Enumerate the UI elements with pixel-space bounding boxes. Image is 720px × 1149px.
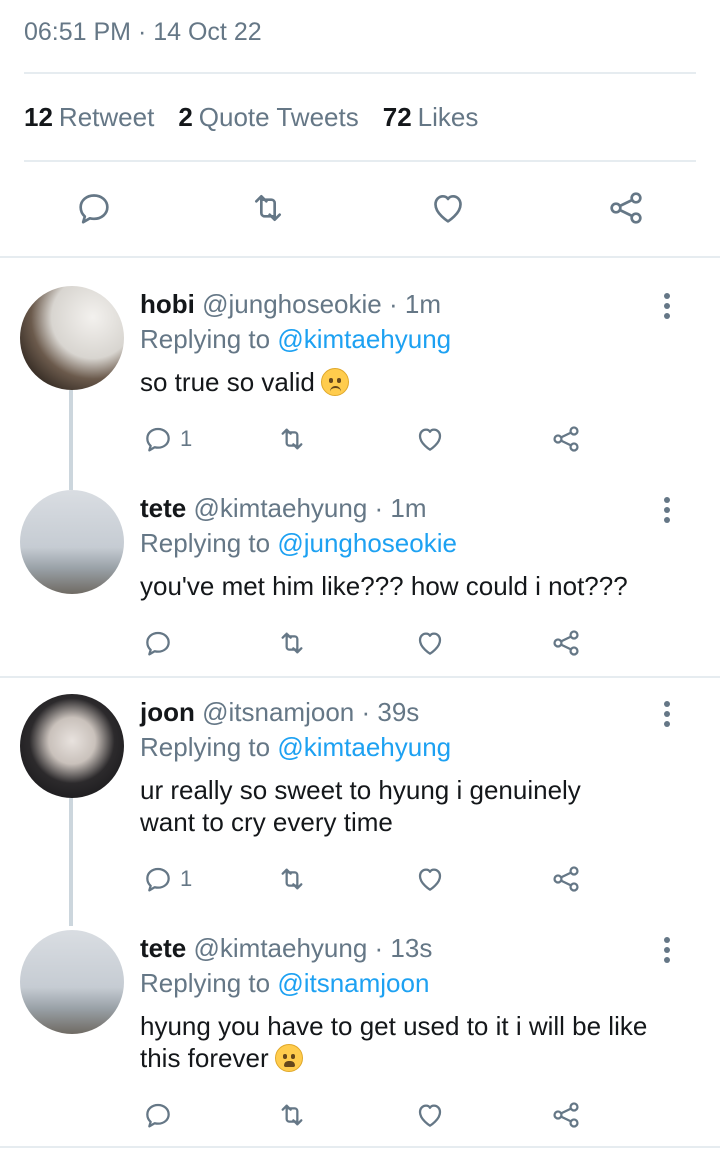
mention-link[interactable]: @kimtaehyung xyxy=(277,732,451,762)
like-icon xyxy=(418,632,442,655)
reply-icon xyxy=(146,1103,170,1128)
reply-button[interactable]: 1 xyxy=(142,863,192,895)
weary-face-emoji xyxy=(274,1044,303,1072)
tweet-header: tete @kimtaehyung · 13s xyxy=(140,933,432,964)
retweet-icon xyxy=(281,632,303,654)
reply-count: 1 xyxy=(180,426,193,451)
reply-icon xyxy=(146,427,170,452)
mention-link[interactable]: @junghoseokie xyxy=(277,528,457,558)
more-icon xyxy=(664,293,670,299)
tweet-time: · 39s xyxy=(361,697,420,727)
share-icon xyxy=(553,866,579,892)
like-button[interactable] xyxy=(414,423,446,455)
pleading-face-emoji xyxy=(320,368,349,396)
replying-to: Replying to @itsnamjoon xyxy=(140,968,430,998)
thread-connector xyxy=(69,798,73,926)
mention-link[interactable]: @kimtaehyung xyxy=(277,324,451,354)
divider xyxy=(24,72,696,74)
retweet-icon xyxy=(281,868,303,890)
replying-to: Replying to @kimtaehyung xyxy=(140,324,452,354)
retweet-button[interactable] xyxy=(276,627,308,659)
retweet-icon xyxy=(254,195,281,221)
display-name[interactable]: joon xyxy=(140,697,195,727)
more-icon xyxy=(664,497,670,503)
thread-connector xyxy=(69,390,73,490)
reply-button[interactable] xyxy=(142,627,174,659)
like-button[interactable] xyxy=(428,188,468,228)
user-handle[interactable]: @itsnamjoon xyxy=(202,697,354,727)
divider xyxy=(0,256,720,258)
tweet-time: · 1m xyxy=(388,289,441,319)
reply-icon xyxy=(146,867,170,892)
like-icon xyxy=(418,868,442,891)
tweet-text: hyung you have to get used to it i will … xyxy=(140,1011,648,1073)
tweet-stats: 12 Retweet 2 Quote Tweets 72 Likes xyxy=(24,102,478,133)
user-handle[interactable]: @kimtaehyung xyxy=(193,493,367,523)
like-icon xyxy=(418,1104,442,1127)
user-handle[interactable]: @kimtaehyung xyxy=(193,933,367,963)
display-name[interactable]: tete xyxy=(140,493,186,523)
more-options-button[interactable] xyxy=(662,497,672,527)
more-icon xyxy=(664,701,670,707)
reply-button[interactable] xyxy=(142,1099,174,1131)
user-handle[interactable]: @junghoseokie xyxy=(202,289,382,319)
quote-tweets-stat[interactable]: 2 Quote Tweets xyxy=(178,102,358,133)
share-icon xyxy=(553,1102,579,1128)
replying-to: Replying to @junghoseokie xyxy=(140,528,457,558)
divider xyxy=(0,676,720,678)
retweet-button[interactable] xyxy=(276,1099,308,1131)
share-button[interactable] xyxy=(606,188,646,228)
tweet-header: hobi @junghoseokie · 1m xyxy=(140,289,441,320)
tweet-header: tete @kimtaehyung · 1m xyxy=(140,493,427,524)
mention-link[interactable]: @itsnamjoon xyxy=(277,968,429,998)
replying-to: Replying to @kimtaehyung xyxy=(140,732,452,762)
avatar[interactable] xyxy=(20,930,124,1034)
retweets-stat[interactable]: 12 Retweet xyxy=(24,102,154,133)
like-button[interactable] xyxy=(414,863,446,895)
more-icon xyxy=(664,937,670,943)
reply-count: 1 xyxy=(180,866,193,891)
retweet-icon xyxy=(281,1104,303,1126)
retweet-button[interactable] xyxy=(276,863,308,895)
retweet-button[interactable] xyxy=(276,423,308,455)
tweet-time: · 13s xyxy=(374,933,433,963)
likes-stat[interactable]: 72 Likes xyxy=(383,102,479,133)
reply-button[interactable]: 1 xyxy=(142,423,192,455)
tweet-text: so true so valid xyxy=(140,366,680,398)
share-button[interactable] xyxy=(550,627,582,659)
tweet-time: · 1m xyxy=(374,493,427,523)
like-button[interactable] xyxy=(414,1099,446,1131)
tweet-timestamp: 06:51 PM · 14 Oct 22 xyxy=(24,18,262,46)
retweet-icon xyxy=(281,428,303,450)
avatar[interactable] xyxy=(20,286,124,390)
more-options-button[interactable] xyxy=(662,701,672,731)
avatar[interactable] xyxy=(20,490,124,594)
reply-icon xyxy=(79,194,109,224)
share-button[interactable] xyxy=(550,423,582,455)
share-icon xyxy=(553,630,579,656)
share-button[interactable] xyxy=(550,863,582,895)
share-button[interactable] xyxy=(550,1099,582,1131)
display-name[interactable]: tete xyxy=(140,933,186,963)
share-icon xyxy=(553,426,579,452)
divider xyxy=(0,1146,720,1148)
display-name[interactable]: hobi xyxy=(140,289,195,319)
avatar[interactable] xyxy=(20,694,124,798)
tweet-header: joon @itsnamjoon · 39s xyxy=(140,697,419,728)
divider xyxy=(24,160,696,162)
like-button[interactable] xyxy=(414,627,446,659)
like-icon xyxy=(434,195,462,223)
reply-icon xyxy=(146,631,170,656)
tweet-text: ur really so sweet to hyung i genuinely … xyxy=(140,775,581,837)
like-icon xyxy=(418,428,442,451)
reply-button[interactable] xyxy=(74,188,114,228)
share-icon xyxy=(610,192,642,224)
more-options-button[interactable] xyxy=(662,937,672,967)
tweet-text: you've met him like??? how could i not??… xyxy=(140,571,628,601)
retweet-button[interactable] xyxy=(248,188,288,228)
more-options-button[interactable] xyxy=(662,293,672,323)
